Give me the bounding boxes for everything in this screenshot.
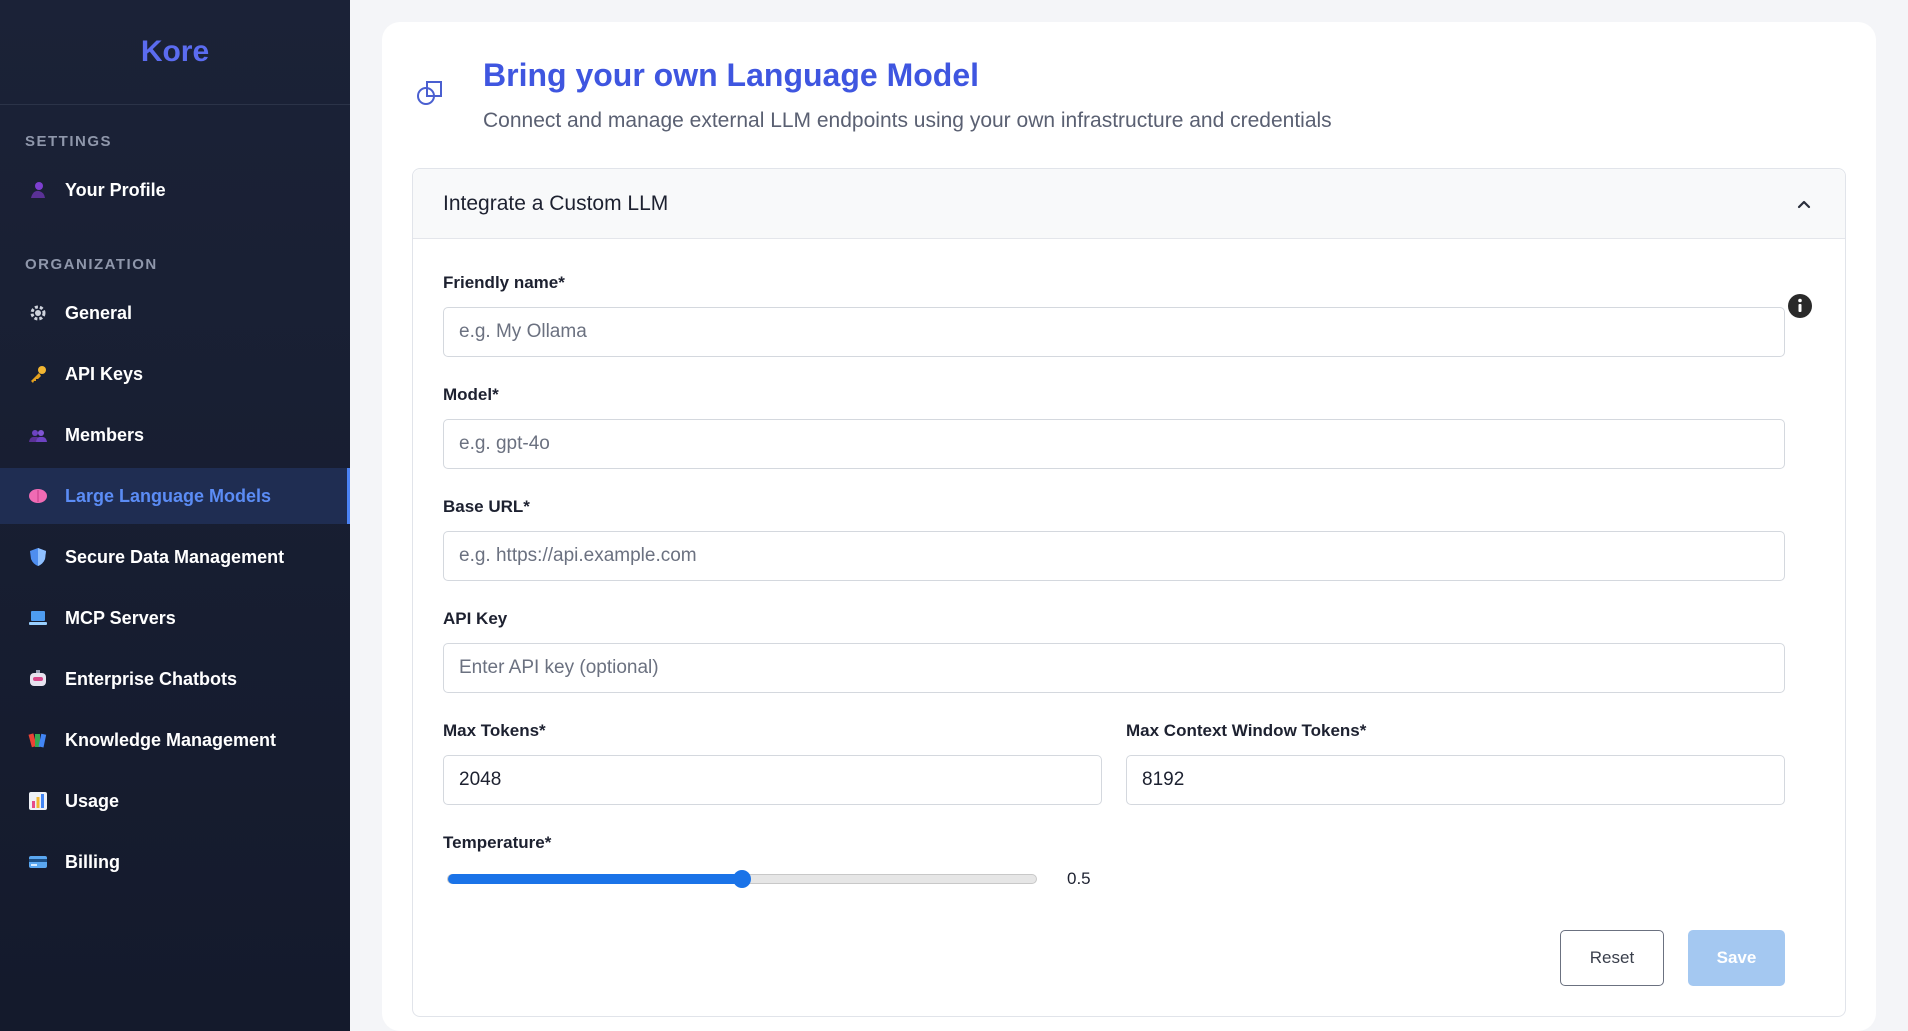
- reset-button[interactable]: Reset: [1560, 930, 1664, 986]
- model-input[interactable]: [443, 419, 1785, 469]
- max-tokens-group: Max Tokens*: [443, 721, 1102, 805]
- panel-title: Integrate a Custom LLM: [443, 191, 669, 215]
- api-key-label: API Key: [443, 609, 508, 628]
- sidebar-item-label: Usage: [65, 790, 120, 811]
- temperature-control: 0.5: [443, 869, 1815, 889]
- friendly-name-input[interactable]: [443, 307, 1785, 357]
- user-icon: [28, 180, 48, 200]
- chevron-up-icon[interactable]: [1793, 193, 1815, 215]
- sidebar-item-usage[interactable]: Usage: [0, 773, 350, 829]
- sidebar-item-billing[interactable]: Billing: [0, 834, 350, 890]
- sidebar-item-large-language-models[interactable]: Large Language Models: [0, 468, 350, 524]
- base-url-input[interactable]: [443, 531, 1785, 581]
- sidebar-item-knowledge-management[interactable]: Knowledge Management: [0, 712, 350, 768]
- books-icon: [28, 730, 48, 750]
- page-subtitle: Connect and manage external LLM endpoint…: [483, 109, 1332, 132]
- page-header: Bring your own Language Model Connect an…: [412, 52, 1846, 133]
- max-tokens-input[interactable]: [443, 755, 1102, 805]
- sidebar-item-label: Your Profile: [65, 179, 166, 200]
- sidebar: Kore SETTINGS Your Profile ORGANIZATION …: [0, 0, 350, 1031]
- form-actions: Reset Save: [1560, 930, 1785, 986]
- shapes-icon: [415, 78, 463, 126]
- info-icon[interactable]: [1787, 293, 1813, 319]
- content-card: Bring your own Language Model Connect an…: [382, 22, 1876, 1031]
- organization-section-label: ORGANIZATION: [25, 256, 158, 273]
- panel-body: Friendly name* Model* Base URL* API Key …: [413, 273, 1845, 889]
- credit-card-icon: [28, 852, 48, 872]
- sidebar-item-label: Secure Data Management: [65, 546, 285, 567]
- api-key-input[interactable]: [443, 643, 1785, 693]
- shield-icon: [28, 547, 48, 567]
- laptop-icon: [28, 608, 48, 628]
- max-context-label: Max Context Window Tokens*: [1126, 721, 1367, 740]
- temperature-label: Temperature*: [443, 833, 552, 852]
- main-content: Bring your own Language Model Connect an…: [350, 0, 1908, 1031]
- sidebar-item-label: Large Language Models: [65, 485, 272, 506]
- sidebar-item-secure-data-management[interactable]: Secure Data Management: [0, 529, 350, 585]
- sidebar-item-label: MCP Servers: [65, 607, 176, 628]
- sidebar-item-members[interactable]: Members: [0, 407, 350, 463]
- temperature-slider-fill: [448, 874, 742, 884]
- sidebar-item-label: Members: [65, 424, 145, 445]
- settings-section-label: SETTINGS: [25, 133, 113, 150]
- model-label: Model*: [443, 385, 499, 404]
- temperature-slider[interactable]: [447, 870, 1037, 888]
- key-icon: [28, 364, 48, 384]
- temperature-value: 0.5: [1067, 869, 1091, 888]
- sidebar-item-label: API Keys: [65, 363, 144, 384]
- page-title: Bring your own Language Model: [483, 57, 979, 93]
- friendly-name-label: Friendly name*: [443, 273, 565, 292]
- max-context-group: Max Context Window Tokens*: [1126, 721, 1785, 805]
- max-tokens-label: Max Tokens*: [443, 721, 546, 740]
- sidebar-item-enterprise-chatbots[interactable]: Enterprise Chatbots: [0, 651, 350, 707]
- app-root: Kore SETTINGS Your Profile ORGANIZATION …: [0, 0, 1908, 1031]
- sidebar-item-label: Billing: [65, 851, 120, 872]
- panel-header[interactable]: Integrate a Custom LLM: [413, 169, 1845, 239]
- chart-icon: [28, 791, 48, 811]
- sidebar-item-api-keys[interactable]: API Keys: [0, 346, 350, 402]
- tokens-row: Max Tokens* Max Context Window Tokens*: [443, 721, 1815, 805]
- sidebar-item-mcp-servers[interactable]: MCP Servers: [0, 590, 350, 646]
- brain-icon: [28, 486, 48, 506]
- sidebar-item-label: Enterprise Chatbots: [65, 668, 238, 689]
- base-url-label: Base URL*: [443, 497, 530, 516]
- gear-icon: [28, 303, 48, 323]
- max-context-input[interactable]: [1126, 755, 1785, 805]
- members-icon: [28, 425, 48, 445]
- custom-llm-panel: Integrate a Custom LLM Friendly name* Mo…: [412, 168, 1846, 1017]
- robot-icon: [28, 669, 48, 689]
- sidebar-item-general[interactable]: General: [0, 285, 350, 341]
- brand-logo[interactable]: Kore: [0, 0, 350, 105]
- sidebar-item-label: Knowledge Management: [65, 729, 277, 750]
- sidebar-item-your-profile[interactable]: Your Profile: [0, 162, 350, 218]
- temperature-slider-thumb[interactable]: [733, 870, 751, 888]
- sidebar-item-label: General: [65, 302, 133, 323]
- save-button[interactable]: Save: [1688, 930, 1785, 986]
